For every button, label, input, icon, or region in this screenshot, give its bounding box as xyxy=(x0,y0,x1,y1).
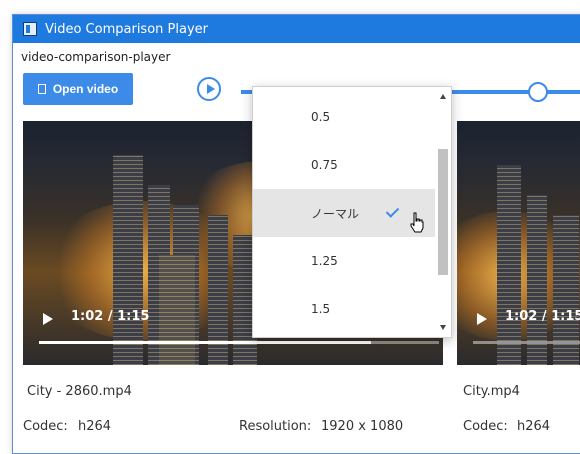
filename-left: City - 2860.mp4 xyxy=(27,384,132,399)
scroll-up-icon[interactable] xyxy=(440,94,446,99)
open-video-button[interactable]: Open video xyxy=(23,73,133,105)
building xyxy=(497,165,521,365)
sync-slider-thumb[interactable] xyxy=(528,82,548,102)
codec-label-right: Codec: xyxy=(463,419,508,434)
building xyxy=(527,195,547,365)
time-display: 1:02 / 1:15 xyxy=(71,309,150,324)
time-display: 1:02 / 1:15 xyxy=(505,309,580,324)
scroll-thumb[interactable] xyxy=(438,149,448,275)
video-player-right[interactable]: 1:02 / 1:15 xyxy=(457,121,580,365)
dropdown-scrollbar[interactable] xyxy=(437,89,449,335)
app-icon xyxy=(23,22,37,36)
filename-right: City.mp4 xyxy=(463,384,520,399)
codec-label-left: Codec: xyxy=(23,419,68,434)
codec-value-right: h264 xyxy=(517,419,551,434)
resolution-value-left: 1920 x 1080 xyxy=(321,419,404,434)
title-bar: Video Comparison Player xyxy=(13,15,580,43)
progress-bar[interactable] xyxy=(39,341,439,344)
checkmark-icon xyxy=(385,204,400,218)
building xyxy=(113,155,143,365)
scroll-down-icon[interactable] xyxy=(440,325,446,330)
window-title: Video Comparison Player xyxy=(45,21,208,37)
codec-value-left: h264 xyxy=(78,419,112,434)
resolution-label-left: Resolution: xyxy=(239,419,312,434)
speed-option[interactable]: 0.5 xyxy=(253,93,435,141)
open-video-label: Open video xyxy=(52,82,119,96)
play-all-button[interactable] xyxy=(197,77,221,101)
progress-bar[interactable] xyxy=(473,341,580,344)
hand-cursor-icon xyxy=(410,212,424,233)
play-icon[interactable] xyxy=(477,313,487,325)
progress-fill xyxy=(39,341,371,344)
play-icon[interactable] xyxy=(43,313,53,325)
page-subtitle: video-comparison-player xyxy=(21,50,171,64)
speed-option[interactable]: 0.75 xyxy=(253,141,435,189)
speed-option[interactable]: 1.5 xyxy=(253,285,435,333)
building xyxy=(159,255,195,365)
file-icon xyxy=(37,84,46,94)
speed-option[interactable]: 1.25 xyxy=(253,237,435,285)
speed-option-selected[interactable]: ノーマル xyxy=(253,189,435,237)
